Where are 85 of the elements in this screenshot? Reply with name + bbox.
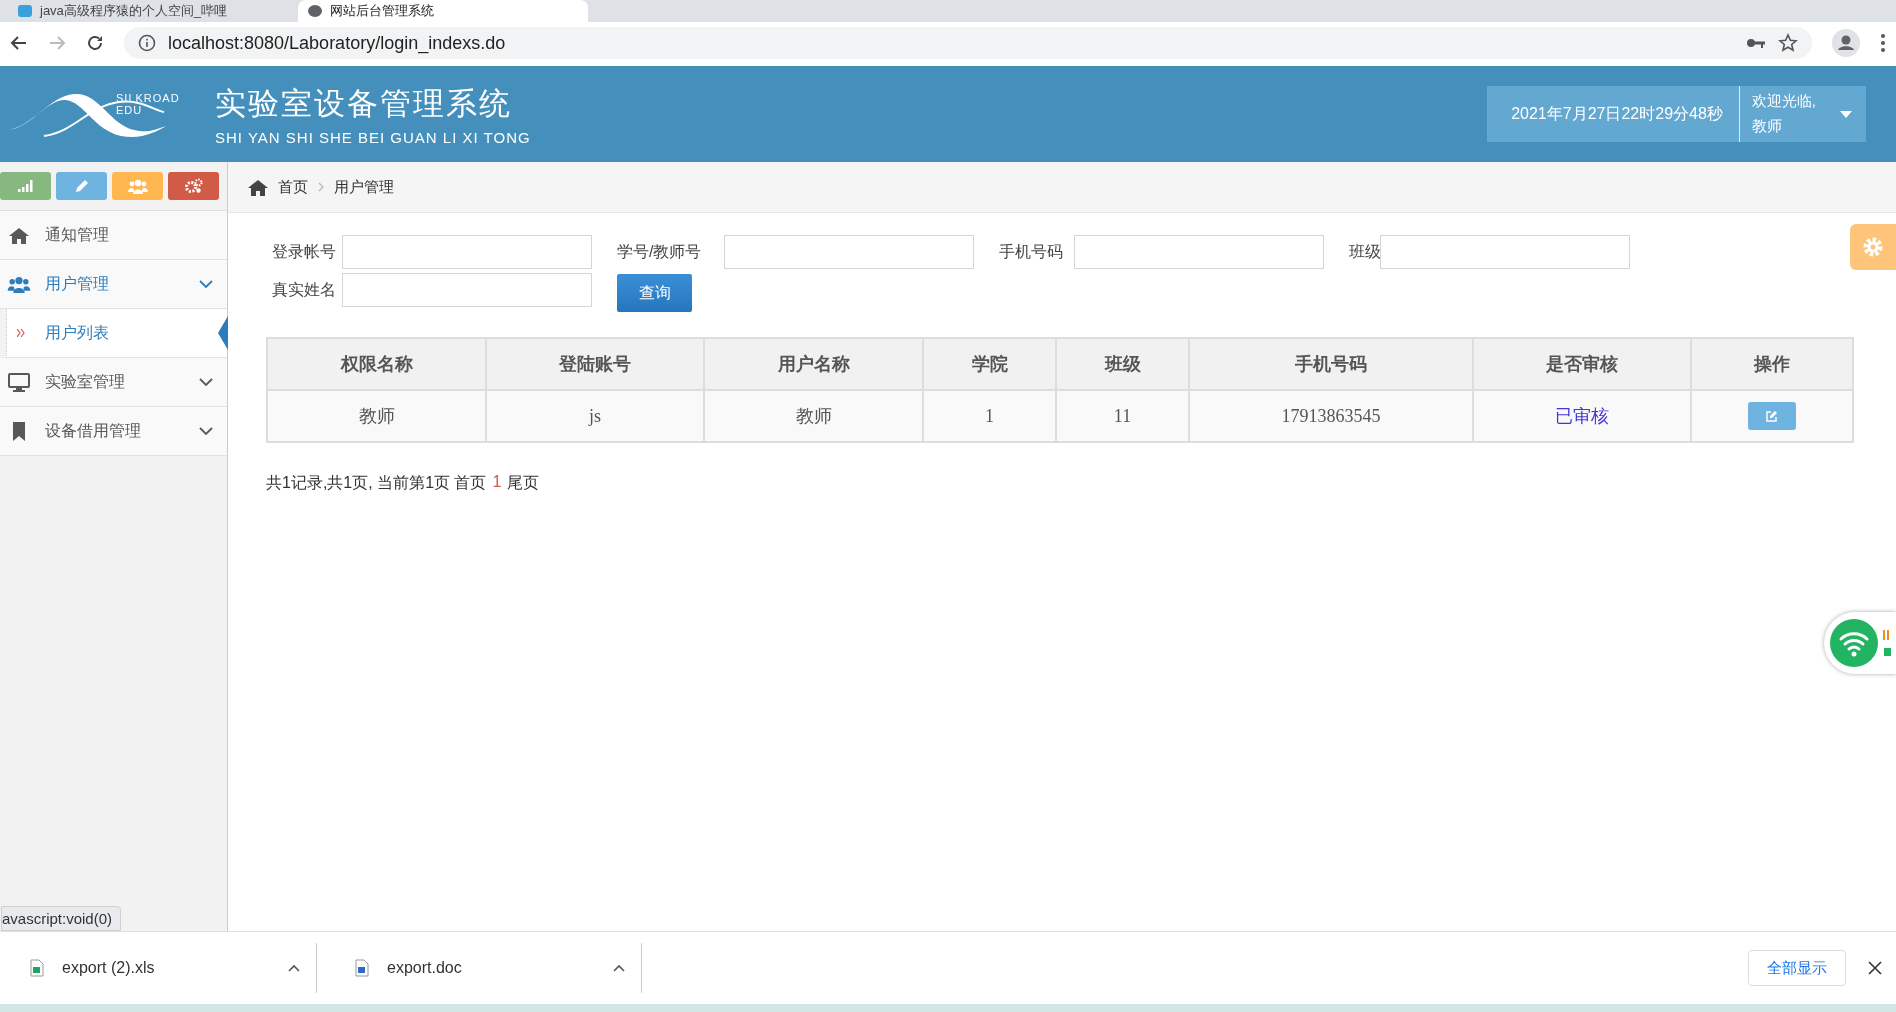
table-cell: 17913863545 <box>1189 390 1473 442</box>
menu-item[interactable]: 通知管理 <box>0 211 227 260</box>
submenu-item[interactable]: 用户列表 <box>6 309 227 358</box>
address-field[interactable]: localhost:8080/Laboratory/login_indexs.do <box>124 27 1812 59</box>
edit-button[interactable] <box>1748 402 1796 430</box>
home-icon <box>248 178 268 196</box>
pencil-icon <box>74 179 89 193</box>
filter-label: 真实姓名 <box>271 279 337 300</box>
network-widget[interactable] <box>1824 612 1896 674</box>
edit-icon <box>1766 410 1778 422</box>
shortcut-button[interactable] <box>0 172 51 200</box>
filter-label: 学号/教师号 <box>616 241 703 262</box>
pagination-summary: 共1记录,共1页, 当前第1页 首页 <box>266 473 487 493</box>
info-icon <box>138 34 156 52</box>
settings-icon <box>1861 235 1885 259</box>
filter-label: 登录帐号 <box>271 241 337 262</box>
forward-icon[interactable] <box>48 34 66 52</box>
column-header: 班级 <box>1056 338 1189 390</box>
browser-tab[interactable]: 网站后台管理系统 <box>298 0 588 22</box>
chevron-up-icon <box>613 964 625 972</box>
last-page-link[interactable]: 尾页 <box>507 473 540 494</box>
chevron-up-icon <box>288 964 300 972</box>
table-cell: 教师 <box>267 390 486 442</box>
column-header: 权限名称 <box>267 338 486 390</box>
chevron-down-icon <box>199 427 213 435</box>
show-all-button[interactable]: 全部显示 <box>1748 950 1846 986</box>
input-field[interactable] <box>342 235 592 269</box>
document-file-icon <box>355 959 369 977</box>
users-icon <box>127 178 148 194</box>
menu-item[interactable]: 实验室管理 <box>0 358 227 407</box>
users-icon <box>7 275 31 293</box>
menu-item[interactable]: 用户管理 <box>0 260 227 309</box>
column-header: 登陆账号 <box>486 338 704 390</box>
filter-label: 手机号码 <box>998 241 1064 262</box>
page-number[interactable]: 1 <box>492 473 502 494</box>
input-field[interactable] <box>724 235 974 269</box>
chevron-down-icon <box>199 378 213 386</box>
active-pointer-icon <box>218 316 228 350</box>
search-button[interactable]: 查询 <box>617 274 692 312</box>
input-field[interactable] <box>1074 235 1324 269</box>
status-url: avascript:void(0) <box>1 906 122 931</box>
wifi-icon <box>1830 619 1878 667</box>
download-item[interactable]: export.doc <box>339 943 642 993</box>
column-header: 操作 <box>1691 338 1853 390</box>
reload-icon[interactable] <box>86 34 104 52</box>
browser-tab[interactable]: java高级程序猿的个人空间_哔哩 <box>8 0 298 22</box>
input-field[interactable] <box>342 273 592 307</box>
breadcrumb-link[interactable]: 首页 <box>278 177 308 197</box>
back-icon[interactable] <box>10 34 28 52</box>
settings-button[interactable] <box>1850 224 1896 270</box>
logo-text: SILKROAD EDU <box>116 92 181 116</box>
datetime-text: 2021年7月27日22时29分48秒 <box>1487 86 1740 142</box>
menu-item[interactable]: 设备借用管理 <box>0 407 227 456</box>
star-icon[interactable] <box>1778 33 1798 53</box>
shortcut-button[interactable] <box>56 172 107 200</box>
column-header: 学院 <box>923 338 1056 390</box>
input-field[interactable] <box>1380 235 1630 269</box>
home-icon <box>7 226 31 244</box>
gears-icon <box>184 178 203 194</box>
status-link[interactable]: 已审核 <box>1555 406 1609 426</box>
table-cell: js <box>486 390 704 442</box>
app-subtitle: SHI YAN SHI SHE BEI GUAN LI XI TONG <box>215 128 531 146</box>
shortcut-button[interactable] <box>112 172 163 200</box>
profile-icon[interactable] <box>1832 29 1860 57</box>
close-icon[interactable] <box>1868 961 1882 975</box>
table-cell: 1 <box>923 390 1056 442</box>
column-header: 是否审核 <box>1473 338 1691 390</box>
app-title: 实验室设备管理系统 <box>215 84 513 123</box>
shortcut-button[interactable] <box>168 172 219 200</box>
filter-label: 班级 <box>1348 241 1380 262</box>
table-cell: 教师 <box>704 390 923 442</box>
signal-icon <box>17 180 34 192</box>
table-cell: 11 <box>1056 390 1189 442</box>
traffic-icon <box>1882 628 1894 658</box>
chevron-right-icon <box>318 182 324 192</box>
column-header: 用户名称 <box>704 338 923 390</box>
download-item[interactable]: export (2).xls <box>14 943 317 993</box>
menu-icon[interactable] <box>1880 33 1886 53</box>
caret-icon <box>1840 110 1852 118</box>
double-chevron-icon <box>17 329 25 337</box>
key-icon[interactable] <box>1746 36 1766 50</box>
monitor-icon <box>7 372 31 392</box>
chevron-down-icon <box>199 280 213 288</box>
spreadsheet-file-icon <box>30 959 44 977</box>
column-header: 手机号码 <box>1189 338 1473 390</box>
